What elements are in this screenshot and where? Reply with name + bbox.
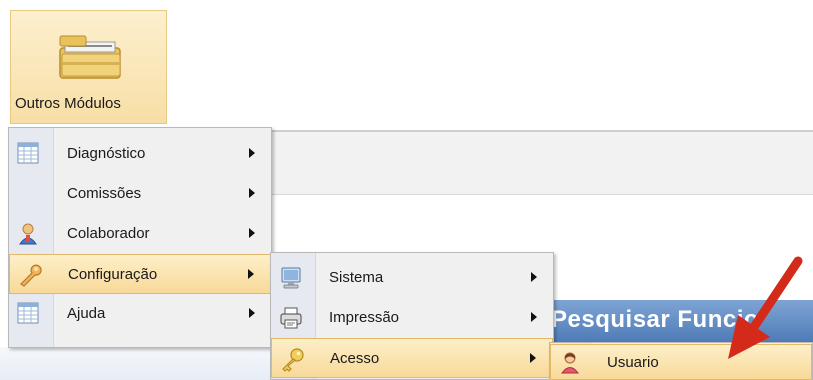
submenu-arrow-icon <box>530 353 536 363</box>
user-icon <box>559 351 583 375</box>
annotation-arrow-icon <box>728 256 803 359</box>
menu-item-label: Ajuda <box>67 305 106 322</box>
menu-item-configuracao[interactable]: Configuração <box>9 254 271 294</box>
grid-table-icon <box>17 302 41 326</box>
menu-item-impressao[interactable]: Impressão <box>271 298 553 338</box>
menu-item-label: Colaborador <box>67 225 150 242</box>
monitor-icon <box>279 266 303 290</box>
menu-item-comissoes[interactable]: Comissões <box>9 174 271 214</box>
menu-item-sistema[interactable]: Sistema <box>271 258 553 298</box>
menu-item-label: Configuração <box>68 266 158 283</box>
wrench-icon <box>18 263 42 287</box>
menu-item-label: Comissões <box>67 185 142 202</box>
key-icon <box>280 347 304 372</box>
menu-item-label: Diagnóstico <box>67 145 146 162</box>
submenu-arrow-icon <box>531 272 537 282</box>
submenu-arrow-icon <box>249 148 255 158</box>
background-footer-strip <box>0 347 270 380</box>
menu-item-colaborador[interactable]: Colaborador <box>9 214 271 254</box>
folder-stack-icon <box>56 34 126 86</box>
menu-item-acesso[interactable]: Acesso <box>271 338 553 378</box>
person-icon <box>17 222 41 246</box>
outros-modulos-button[interactable]: Outros Módulos <box>10 10 167 124</box>
menu-item-label: Acesso <box>330 350 380 367</box>
menu-item-diagnostico[interactable]: Diagnóstico <box>9 134 271 174</box>
background-toolbar-strip <box>270 130 813 195</box>
grid-table-icon <box>17 142 41 166</box>
menu-item-label: Usuario <box>607 354 659 371</box>
submenu-arrow-icon <box>249 308 255 318</box>
outros-modulos-label: Outros Módulos <box>15 95 121 112</box>
outros-modulos-menu: Diagnóstico Comissões Colaborador Config… <box>8 127 272 348</box>
submenu-arrow-icon <box>248 269 254 279</box>
menu-item-label: Sistema <box>329 269 384 286</box>
menu-item-ajuda[interactable]: Ajuda <box>9 294 271 334</box>
printer-icon <box>279 306 303 330</box>
submenu-arrow-icon <box>531 312 537 322</box>
menu-item-label: Impressão <box>329 309 400 326</box>
submenu-arrow-icon <box>249 228 255 238</box>
submenu-arrow-icon <box>249 188 255 198</box>
configuracao-submenu: Sistema Impressão Acesso <box>270 252 554 380</box>
